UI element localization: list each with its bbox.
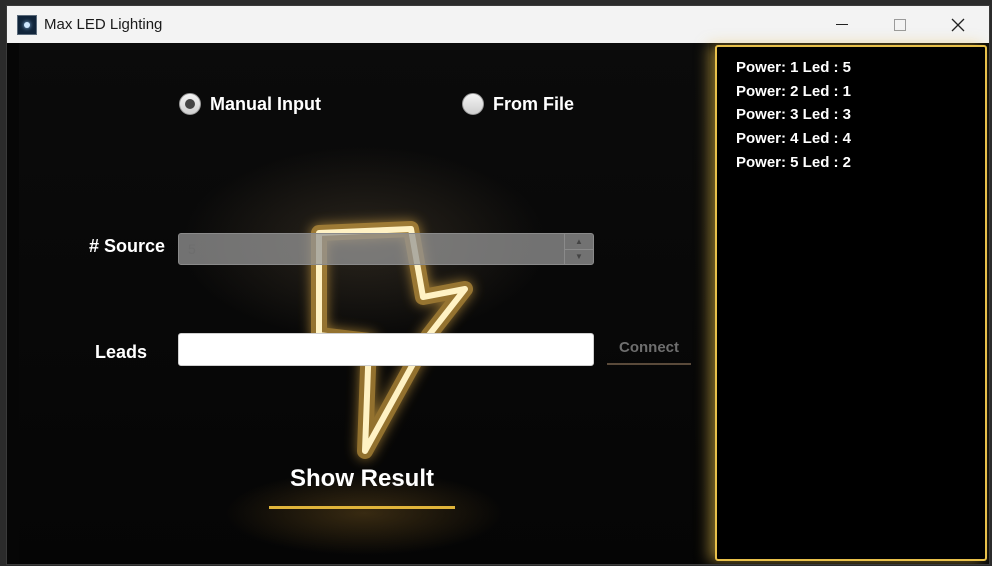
window-title: Max LED Lighting — [44, 16, 163, 33]
output-panel: Power: 1 Led : 5 Power: 2 Led : 1 Power:… — [715, 45, 987, 561]
source-spinner[interactable]: 5 ▲ ▼ — [178, 233, 594, 265]
source-value[interactable]: 5 — [188, 241, 196, 257]
leads-input[interactable] — [178, 333, 594, 366]
radio-manual-input-label: Manual Input — [210, 93, 321, 114]
output-list: Power: 1 Led : 5 Power: 2 Led : 1 Power:… — [736, 56, 851, 175]
show-result-button[interactable]: Show Result — [269, 456, 455, 509]
radio-from-file-label: From File — [493, 93, 575, 114]
connect-button[interactable]: Connect — [607, 333, 691, 365]
output-line: Power: 4 Led : 4 — [736, 130, 852, 148]
title-bar[interactable]: Max LED Lighting — [7, 6, 989, 43]
radio-from-file-indicator[interactable] — [462, 93, 484, 115]
spinner-buttons: ▲ ▼ — [564, 234, 593, 264]
radio-manual-input-indicator[interactable] — [179, 93, 201, 115]
maximize-button — [871, 6, 929, 43]
minimize-icon — [836, 24, 848, 25]
maximize-icon — [894, 18, 906, 31]
output-line: Power: 5 Led : 2 — [736, 153, 852, 171]
app-window: Max LED Lighting Manual Input From File … — [6, 5, 990, 565]
output-line: Power: 3 Led : 3 — [736, 106, 852, 124]
main-content: Manual Input From File # Source 5 ▲ ▼ Le… — [7, 43, 989, 564]
app-icon — [17, 14, 37, 35]
output-line: Power: 2 Led : 1 — [736, 82, 852, 100]
radio-manual-input[interactable]: Manual Input — [179, 93, 321, 115]
leads-label: Leads — [95, 342, 148, 362]
spinner-down-icon[interactable]: ▼ — [565, 248, 593, 265]
radio-from-file[interactable]: From File — [462, 93, 574, 115]
close-icon — [951, 18, 965, 31]
close-button[interactable] — [929, 6, 987, 43]
minimize-button[interactable] — [813, 6, 871, 43]
source-label: # Source — [89, 236, 166, 256]
output-line: Power: 1 Led : 5 — [736, 59, 852, 76]
spinner-up-icon[interactable]: ▲ — [565, 234, 593, 249]
